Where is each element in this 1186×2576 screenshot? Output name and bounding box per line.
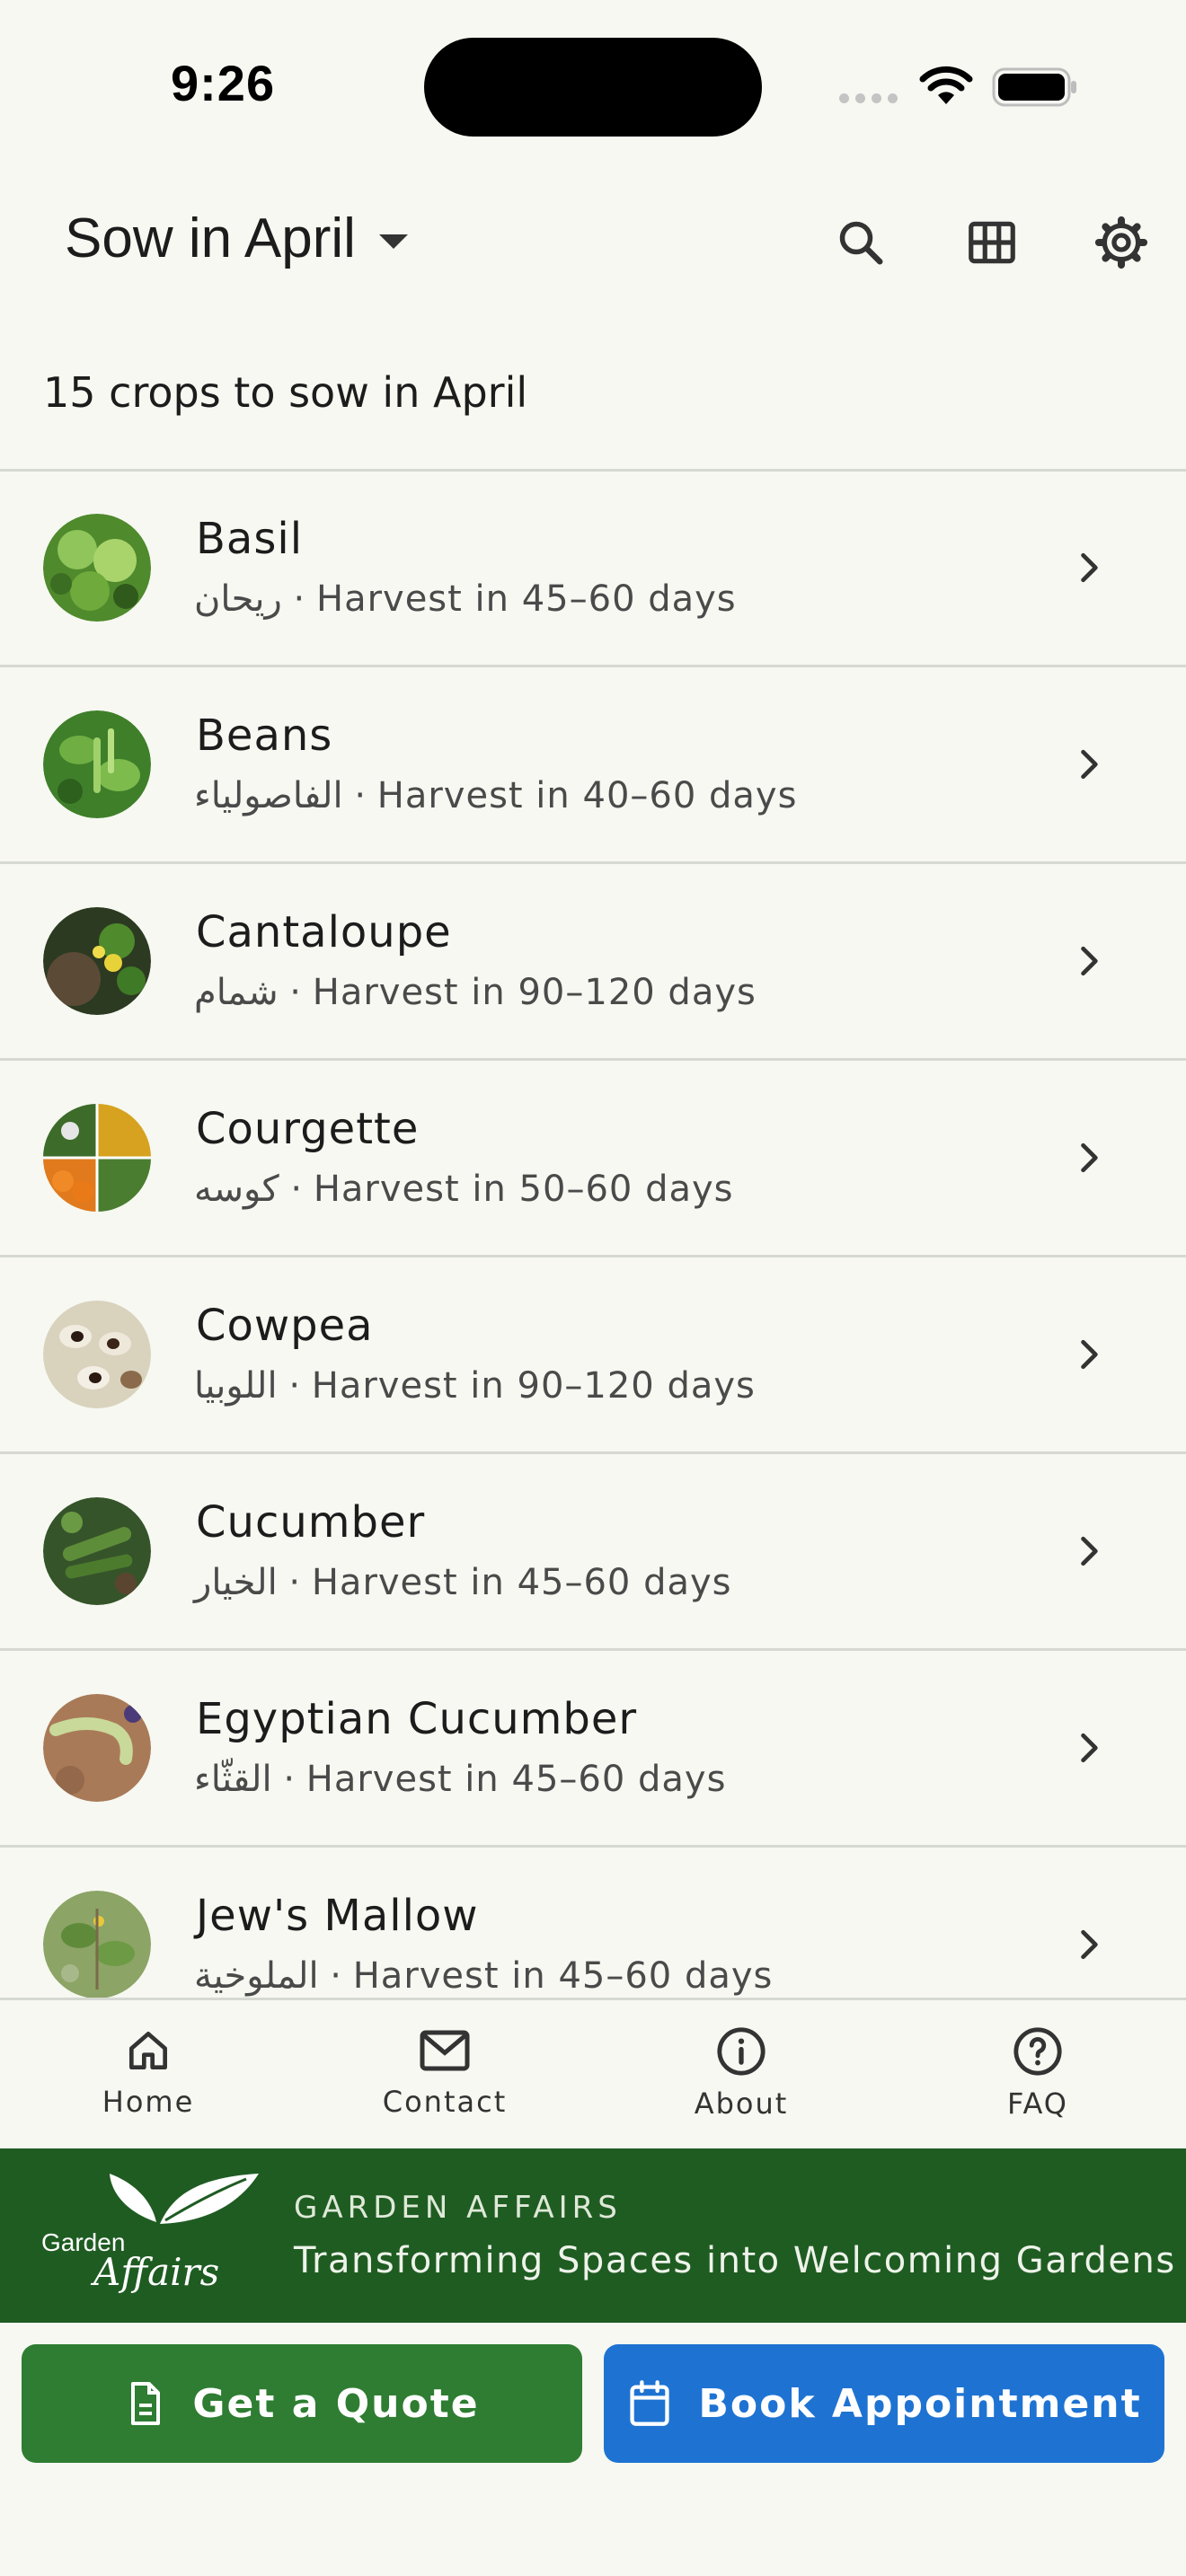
crop-subtitle: اللوبيا · Harvest in 90–120 days [194,1365,756,1407]
grid-view-button[interactable] [958,208,1026,277]
get-quote-button[interactable]: Get a Quote [22,2344,582,2463]
gear-icon [1094,216,1148,269]
crop-name: Egyptian Cucumber [196,1694,638,1744]
brand-tagline: Transforming Spaces into Welcoming Garde… [294,2240,1176,2281]
month-dropdown[interactable]: Sow in April [65,207,408,270]
chevron-right-icon [1081,1142,1098,1173]
app-bar: Sow in April [0,171,1186,314]
brand-banner[interactable]: Garden Affairs GARDEN AFFAIRS Transformi… [0,2148,1186,2323]
nav-about-label: About [694,2086,789,2121]
dynamic-island [424,38,762,137]
crop-row-basil[interactable]: Basil ريحان · Harvest in 45–60 days [0,471,1186,667]
nav-home[interactable]: Home [58,2025,238,2119]
chevron-right-icon [1081,552,1098,583]
brand-name: GARDEN AFFAIRS [294,2190,622,2226]
crop-row-courgette[interactable]: Courgette كوسه · Harvest in 50–60 days [0,1061,1186,1257]
crop-name: Jew's Mallow [196,1891,479,1941]
crop-subtitle: كوسه · Harvest in 50–60 days [194,1169,734,1210]
status-bar: 9:26 [0,0,1186,171]
book-appointment-label: Book Appointment [698,2380,1142,2427]
chevron-right-icon [1081,1733,1098,1763]
garden-affairs-logo: Garden Affairs [41,2174,259,2294]
crop-name: Cantaloupe [196,907,452,957]
chevron-right-icon [1081,1536,1098,1566]
crop-name: Courgette [196,1104,420,1154]
crop-row-cowpea[interactable]: Cowpea اللوبيا · Harvest in 90–120 days [0,1257,1186,1454]
crop-subtitle: الخيار · Harvest in 45–60 days [194,1562,732,1603]
crop-thumbnail [43,1301,151,1408]
nav-faq[interactable]: FAQ [948,2025,1128,2121]
crop-name: Cucumber [196,1497,426,1548]
crop-count-summary: 15 crops to sow in April [43,368,528,417]
crop-name: Basil [196,514,304,564]
page-title: Sow in April [65,207,356,269]
wifi-icon [919,66,973,104]
crop-thumbnail [43,710,151,818]
crop-subtitle: القثّاء · Harvest in 45–60 days [194,1759,727,1800]
battery-icon [992,67,1076,107]
logo-text-affairs: Affairs [90,2250,219,2294]
bottom-navigation: Home Contact About FAQ [0,1998,1186,2151]
crop-subtitle: شمام · Harvest in 90–120 days [194,972,757,1013]
home-icon [129,2032,168,2069]
document-icon [131,2382,161,2425]
nav-contact-label: Contact [382,2085,508,2119]
mail-icon [420,2030,470,2071]
chevron-right-icon [1081,749,1098,780]
crop-thumbnail [43,1104,151,1212]
crop-row-cantaloupe[interactable]: Cantaloupe شمام · Harvest in 90–120 days [0,864,1186,1061]
chevron-right-icon [1081,1929,1098,1960]
nav-contact[interactable]: Contact [355,2025,535,2119]
nav-faq-label: FAQ [1007,2086,1068,2121]
get-quote-label: Get a Quote [192,2380,480,2427]
calendar-icon [630,2380,669,2426]
crop-thumbnail [43,1497,151,1605]
nav-home-label: Home [102,2085,195,2119]
chevron-right-icon [1081,1339,1098,1370]
crop-thumbnail [43,1694,151,1802]
cellular-signal-icon [839,93,898,103]
crop-list[interactable]: Basil ريحان · Harvest in 45–60 days Bean… [0,471,1186,1998]
chevron-right-icon [1081,946,1098,976]
crop-row-egyptian-cucumber[interactable]: Egyptian Cucumber القثّاء · Harvest in 4… [0,1651,1186,1848]
status-time: 9:26 [171,55,276,111]
book-appointment-button[interactable]: Book Appointment [604,2344,1164,2463]
help-icon [1013,2027,1062,2076]
info-icon [717,2027,766,2076]
crop-thumbnail [43,514,151,622]
crop-thumbnail [43,907,151,1015]
crop-name: Beans [196,710,333,761]
crop-thumbnail [43,1891,151,1998]
crop-row-beans[interactable]: Beans الفاصولياء · Harvest in 40–60 days [0,667,1186,864]
crop-row-cucumber[interactable]: Cucumber الخيار · Harvest in 45–60 days [0,1454,1186,1651]
settings-button[interactable] [1087,208,1155,277]
search-button[interactable] [827,208,895,277]
nav-about[interactable]: About [651,2025,831,2121]
crop-name: Cowpea [196,1301,374,1351]
crop-subtitle: ريحان · Harvest in 45–60 days [194,578,737,620]
caret-down-icon [378,234,408,249]
search-icon [839,221,883,265]
crop-row-jews-mallow[interactable]: Jew's Mallow الملوخية · Harvest in 45–60… [0,1848,1186,1998]
crop-subtitle: الفاصولياء · Harvest in 40–60 days [194,775,798,816]
crop-subtitle: الملوخية · Harvest in 45–60 days [194,1955,774,1997]
grid-icon [969,221,1015,264]
